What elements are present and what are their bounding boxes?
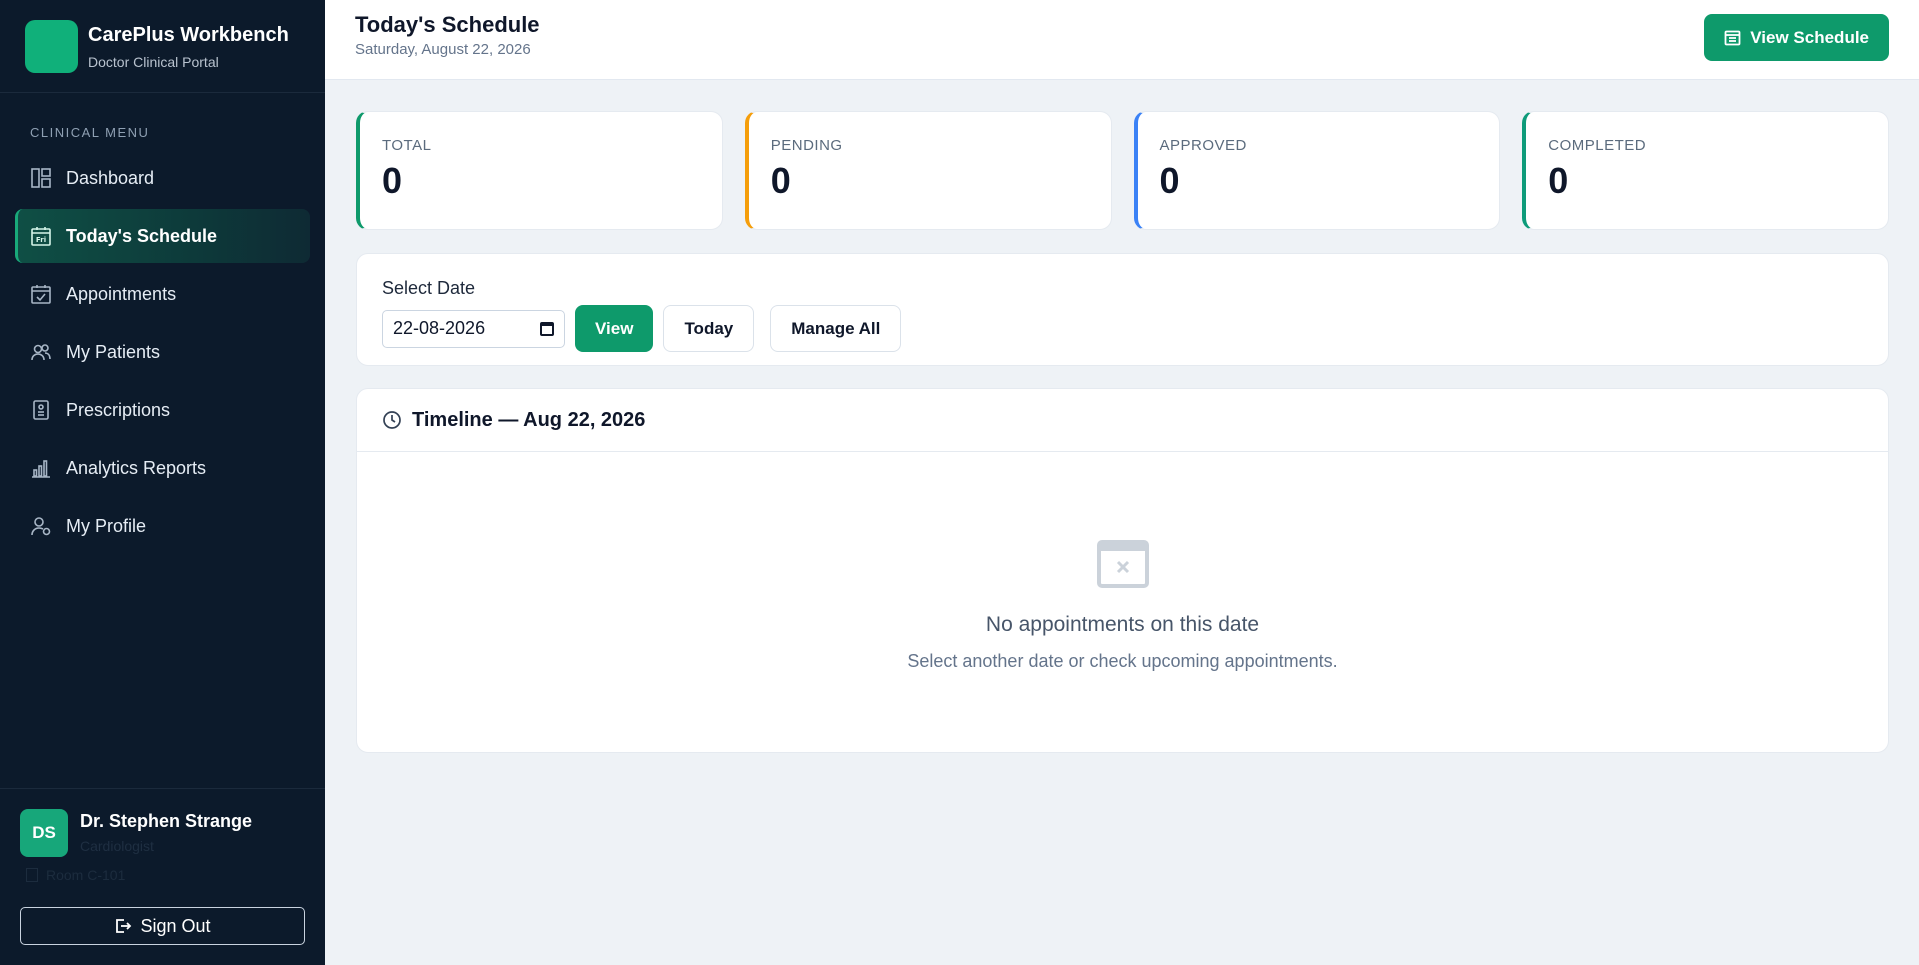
sign-out-label: Sign Out bbox=[140, 915, 211, 936]
stat-completed: COMPLETED 0 bbox=[1522, 111, 1889, 230]
page-title: Today's Schedule bbox=[355, 12, 540, 37]
brand: CarePlus Workbench Doctor Clinical Porta… bbox=[0, 0, 325, 93]
users-icon bbox=[30, 341, 52, 363]
today-button[interactable]: Today bbox=[663, 305, 755, 352]
sidebar-item-my-profile[interactable]: My Profile bbox=[15, 499, 310, 553]
door-icon bbox=[26, 868, 38, 882]
sidebar-item-todays-schedule[interactable]: Fri Today's Schedule bbox=[15, 209, 310, 263]
stats-row: TOTAL 0 PENDING 0 APPROVED 0 COMPLETED 0 bbox=[356, 111, 1889, 230]
page-date: Saturday, August 22, 2026 bbox=[355, 41, 531, 58]
sidebar-item-label: Today's Schedule bbox=[66, 225, 217, 246]
user-block: DS Dr. Stephen Strange Cardiologist Room… bbox=[0, 788, 325, 965]
calendar-check-icon bbox=[30, 283, 52, 305]
brand-logo bbox=[25, 19, 78, 73]
page-header: Today's Schedule Saturday, August 22, 20… bbox=[325, 0, 1919, 80]
user-gear-icon bbox=[30, 515, 52, 537]
sidebar-item-prescriptions[interactable]: Prescriptions bbox=[15, 383, 310, 437]
date-input[interactable]: 22-08-2026 bbox=[382, 309, 565, 348]
stat-value: 0 bbox=[1548, 160, 1569, 201]
timeline-header: Timeline — Aug 22, 2026 bbox=[357, 389, 1888, 452]
calendar-x-icon bbox=[1096, 536, 1149, 588]
stat-label: TOTAL bbox=[382, 137, 432, 154]
sidebar-nav: Dashboard Fri Today's Schedule Appointme… bbox=[0, 151, 325, 553]
date-filter-card: Select Date 22-08-2026 View Today Manage… bbox=[356, 253, 1889, 366]
stat-approved: APPROVED 0 bbox=[1133, 111, 1501, 230]
calendar-icon bbox=[1724, 30, 1741, 46]
sidebar-item-analytics-reports[interactable]: Analytics Reports bbox=[15, 441, 310, 495]
stat-value: 0 bbox=[382, 160, 403, 201]
sidebar-item-my-patients[interactable]: My Patients bbox=[15, 325, 310, 379]
sign-out-icon bbox=[116, 919, 132, 933]
stat-label: APPROVED bbox=[1159, 137, 1247, 154]
stat-label: COMPLETED bbox=[1548, 137, 1647, 154]
sidebar: CarePlus Workbench Doctor Clinical Porta… bbox=[0, 0, 325, 965]
calendar-picker-icon[interactable] bbox=[540, 321, 554, 336]
user-name: Dr. Stephen Strange bbox=[80, 811, 253, 831]
view-schedule-label: View Schedule bbox=[1750, 27, 1869, 47]
empty-state-subtitle: Select another date or check upcoming ap… bbox=[907, 651, 1338, 671]
brand-subtitle: Doctor Clinical Portal bbox=[88, 53, 219, 70]
sign-out-button[interactable]: Sign Out bbox=[20, 907, 305, 945]
empty-state: No appointments on this date Select anot… bbox=[357, 452, 1888, 672]
user-room-label: Room C-101 bbox=[46, 867, 126, 883]
menu-heading: CLINICAL MENU bbox=[30, 125, 150, 140]
bar-chart-icon bbox=[30, 457, 52, 479]
stat-pending: PENDING 0 bbox=[744, 111, 1112, 230]
user-room: Room C-101 bbox=[20, 867, 305, 883]
sidebar-item-label: Dashboard bbox=[66, 167, 155, 188]
brand-title: CarePlus Workbench bbox=[88, 23, 289, 46]
empty-state-title: No appointments on this date bbox=[985, 613, 1260, 636]
user-role: Cardiologist bbox=[80, 838, 154, 854]
timeline-title: Timeline — Aug 22, 2026 bbox=[412, 408, 646, 431]
sidebar-item-appointments[interactable]: Appointments bbox=[15, 267, 310, 321]
sidebar-item-label: Appointments bbox=[66, 283, 177, 304]
view-schedule-button[interactable]: View Schedule bbox=[1704, 14, 1889, 61]
calendar-day-icon: Fri bbox=[30, 225, 52, 247]
stat-total: TOTAL 0 bbox=[356, 111, 723, 230]
manage-all-button[interactable]: Manage All bbox=[770, 305, 902, 352]
clock-icon bbox=[383, 411, 401, 429]
avatar: DS bbox=[20, 809, 68, 857]
sidebar-item-label: My Patients bbox=[66, 341, 161, 362]
view-button[interactable]: View bbox=[575, 305, 654, 352]
select-date-label: Select Date bbox=[382, 278, 476, 298]
stat-value: 0 bbox=[1159, 160, 1180, 201]
sidebar-item-label: Prescriptions bbox=[66, 399, 171, 420]
sidebar-item-dashboard[interactable]: Dashboard bbox=[15, 151, 310, 205]
sidebar-item-label: Analytics Reports bbox=[66, 457, 207, 478]
dashboard-icon bbox=[30, 167, 52, 189]
sidebar-item-label: My Profile bbox=[66, 515, 147, 536]
svg-text:Fri: Fri bbox=[36, 236, 46, 244]
date-input-value: 22-08-2026 bbox=[393, 318, 486, 338]
timeline-card: Timeline — Aug 22, 2026 No appointments … bbox=[356, 388, 1889, 753]
stat-value: 0 bbox=[770, 160, 791, 201]
prescription-icon bbox=[30, 399, 52, 421]
stat-label: PENDING bbox=[770, 137, 843, 154]
